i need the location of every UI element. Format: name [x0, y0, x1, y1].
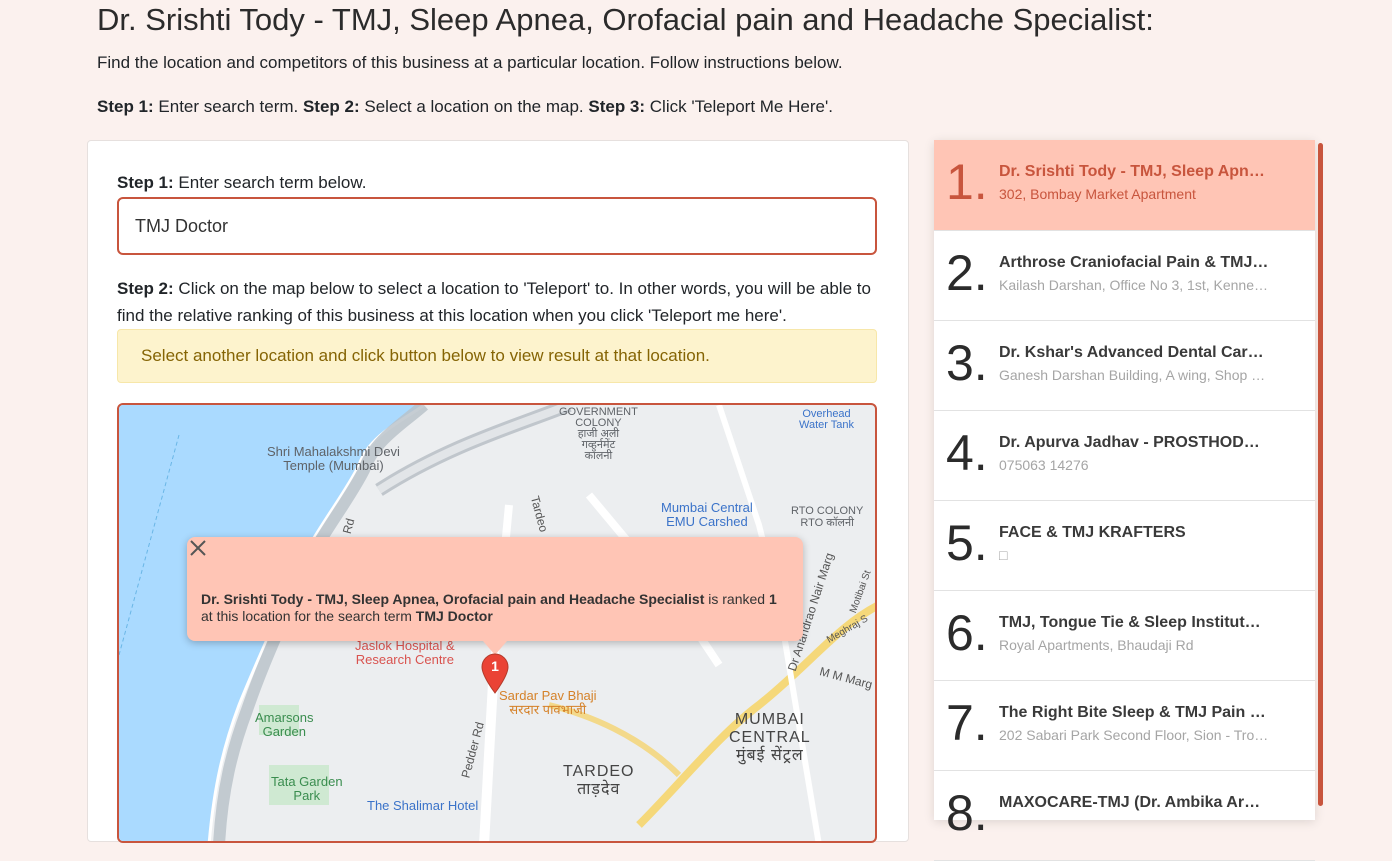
map-label-gov-colony: GOVERNMENT COLONY हाजी अली गव्हर्नमेंट कॉलनी — [559, 406, 638, 462]
result-name: Dr. Kshar's Advanced Dental Care (Dentis… — [999, 344, 1269, 361]
search-term-input[interactable] — [117, 197, 877, 255]
map-label-rto-colony: RTO COLONY RTO कॉलनी — [791, 505, 864, 529]
map-label-amarsons: Amarsons Garden — [255, 710, 314, 739]
step1-instruction: Step 1: Enter search term below. — [117, 173, 366, 193]
intro-text: Find the location and competitors of thi… — [97, 53, 843, 72]
result-address: □ — [999, 547, 1008, 563]
map-label-overhead-tank: Overhead Water Tank — [799, 408, 855, 431]
map-label-sardar-pav-bhaji: Sardar Pav Bhaji सरदार पावभाजी — [499, 688, 597, 717]
result-rank: 3. — [946, 335, 988, 391]
result-address: Kailash Darshan, Office No 3, 1st, Kenne… — [999, 277, 1269, 293]
map-label-mumbai-central: MUMBAI CENTRAL मुंबई सेंट्रल — [729, 711, 811, 764]
result-name: Dr. Srishti Tody - TMJ, Sleep Apnea, Oro… — [999, 163, 1269, 180]
result-item[interactable]: 4. Dr. Apurva Jadhav - PROSTHODONTIST 07… — [934, 411, 1315, 501]
step3-label: Step 3: — [588, 97, 646, 116]
steps-instructions: Step 1: Enter search term. Step 2: Selec… — [97, 97, 833, 117]
form-step1-text: Enter search term below. — [173, 173, 367, 192]
popup-rank: 1 — [768, 591, 777, 607]
info-alert: Select another location and click button… — [117, 329, 877, 383]
popup-search-term: TMJ Doctor — [415, 608, 493, 624]
result-name: FACE & TMJ KRAFTERS — [999, 524, 1186, 541]
step1-text: Enter search term. — [153, 97, 303, 116]
step2-text: Select a location on the map. — [359, 97, 589, 116]
result-address: Ganesh Darshan Building, A wing, Shop no… — [999, 367, 1269, 383]
result-rank: 6. — [946, 605, 988, 661]
result-rank: 5. — [946, 515, 988, 571]
map-label-mumbai-central-emu: Mumbai Central EMU Carshed — [661, 500, 753, 529]
map-label-shalimar: The Shalimar Hotel — [367, 798, 479, 813]
form-step2-label: Step 2: — [117, 279, 174, 298]
result-item[interactable]: 6. TMJ, Tongue Tie & Sleep Institute - M… — [934, 591, 1315, 681]
result-item[interactable]: 2. Arthrose Craniofacial Pain & TMJ Clin… — [934, 231, 1315, 321]
result-address: 302, Bombay Market Apartment — [999, 186, 1196, 202]
result-name: Dr. Apurva Jadhav - PROSTHODONTIST — [999, 434, 1269, 451]
result-name: The Right Bite Sleep & TMJ Pain Clinic — [999, 704, 1269, 721]
step3-text: Click 'Teleport Me Here'. — [645, 97, 833, 116]
map-label-tata-garden: Tata Garden Park — [271, 774, 343, 803]
map-marker-label: 1 — [491, 658, 499, 674]
map-label-mahalakshmi: Shri Mahalakshmi Devi Temple (Mumbai) — [267, 444, 400, 473]
result-item[interactable]: 3. Dr. Kshar's Advanced Dental Care (Den… — [934, 321, 1315, 411]
step2-label: Step 2: — [302, 97, 360, 116]
result-rank: 1. — [946, 154, 988, 210]
step1-label: Step 1: — [97, 97, 154, 116]
popup-location-text: at this location for the search term — [201, 608, 416, 624]
result-item[interactable]: 8. MAXOCARE-TMJ (Dr. Ambika Arora) — [934, 771, 1315, 861]
results-list: 1. Dr. Srishti Tody - TMJ, Sleep Apnea, … — [934, 140, 1315, 861]
form-step1-label: Step 1: — [117, 173, 174, 192]
result-name: MAXOCARE-TMJ (Dr. Ambika Arora) — [999, 794, 1269, 811]
result-item[interactable]: 1. Dr. Srishti Tody - TMJ, Sleep Apnea, … — [934, 140, 1315, 231]
page-title: Dr. Srishti Tody - TMJ, Sleep Apnea, Oro… — [97, 2, 1154, 37]
result-name: Arthrose Craniofacial Pain & TMJ Clinic — [999, 254, 1269, 271]
result-address: 202 Sabari Park Second Floor, Sion - Tro… — [999, 727, 1269, 743]
result-rank: 4. — [946, 425, 988, 481]
result-name: TMJ, Tongue Tie & Sleep Institute - Mumb… — [999, 614, 1269, 631]
map-label-tardeo: TARDEO ताड़देव — [563, 763, 635, 798]
map-label-jaslok: Jaslok Hospital & Research Centre — [355, 638, 455, 667]
results-scrollbar[interactable] — [1318, 143, 1323, 806]
result-rank: 8. — [946, 785, 988, 841]
result-item[interactable]: 7. The Right Bite Sleep & TMJ Pain Clini… — [934, 681, 1315, 771]
result-address: Royal Apartments, Bhaudaji Rd — [999, 637, 1194, 653]
search-card: Step 1: Enter search term below. Step 2:… — [87, 140, 909, 843]
result-rank: 7. — [946, 695, 988, 751]
map-marker[interactable]: 1 — [480, 652, 510, 694]
close-icon[interactable] — [187, 537, 209, 559]
ranking-popup: Dr. Srishti Tody - TMJ, Sleep Apnea, Oro… — [187, 537, 803, 641]
form-step2-text: Click on the map below to select a locat… — [117, 279, 871, 325]
result-rank: 2. — [946, 245, 988, 301]
popup-ranked-text: is ranked — [704, 591, 769, 607]
result-item[interactable]: 5. FACE & TMJ KRAFTERS □ — [934, 501, 1315, 591]
map-canvas[interactable]: GOVERNMENT COLONY हाजी अली गव्हर्नमेंट कॉलनी… — [117, 403, 877, 843]
popup-business-name: Dr. Srishti Tody - TMJ, Sleep Apnea, Oro… — [201, 591, 705, 607]
step2-instruction: Step 2: Click on the map below to select… — [117, 275, 877, 329]
result-address: 075063 14276 — [999, 457, 1089, 473]
